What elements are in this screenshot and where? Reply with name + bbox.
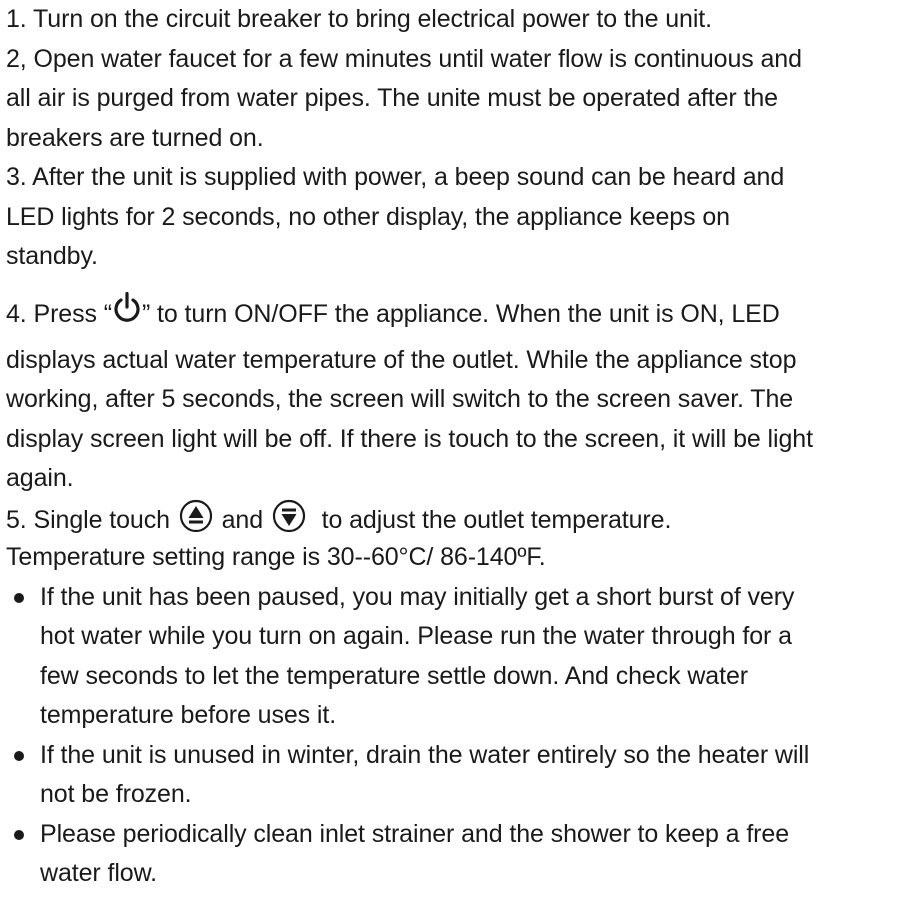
step-3-line-2: LED lights for 2 seconds, no other displ… — [6, 202, 730, 231]
step-4-suffix: ” to turn ON/OFF the appliance. When the… — [141, 299, 780, 328]
step-5-line-1: 5. Single touch and to adjust the outlet… — [6, 499, 918, 539]
power-icon — [112, 289, 142, 322]
step-4-line-5: again. — [6, 464, 74, 492]
bullet-dot-icon — [14, 829, 24, 840]
step-5-and: and — [221, 505, 264, 534]
step-2-line-1: 2, Open water faucet for a few minutes u… — [6, 44, 802, 73]
step-5-prefix: 5. Single touch — [6, 505, 170, 534]
step-3-line-1: 3. After the unit is supplied with power… — [6, 163, 785, 191]
step-1: 1. Turn on the circuit breaker to bring … — [6, 5, 712, 33]
bullet-text: not be frozen. — [40, 780, 192, 808]
bullet-text: If the unit is unused in winter, drain t… — [40, 740, 810, 769]
step-4-line-3: working, after 5 seconds, the screen wil… — [6, 385, 794, 413]
step-4-line-4: display screen light will be off. If the… — [6, 424, 813, 453]
step-3-line-3: standby. — [6, 242, 98, 270]
bullet-dot-icon — [14, 592, 24, 603]
step-5-suffix: to adjust the outlet temperature. — [321, 505, 672, 534]
bullet-item: Please periodically clean inlet strainer… — [6, 815, 918, 894]
bullet-item: If the unit has been paused, you may ini… — [6, 578, 918, 736]
down-arrow-circle-icon — [272, 499, 306, 533]
step-4-line-1: 4. Press “ ” to turn ON/OFF the appliance… — [6, 277, 918, 341]
step-2-line-3: breakers are turned on. — [6, 123, 264, 152]
bullet-item: If the unit is unused in winter, drain t… — [6, 736, 918, 815]
bullet-text: water flow. — [40, 859, 158, 887]
step-4-prefix: 4. Press “ — [6, 299, 112, 328]
bullet-text: hot water while you turn on again. Pleas… — [40, 622, 792, 650]
step-5-line-2: Temperature setting range is 30--60°C/ 8… — [6, 543, 546, 571]
step-4-line-2: displays actual water temperature of the… — [6, 345, 797, 374]
step-2-line-2: all air is purged from water pipes. The … — [6, 84, 778, 112]
instructions-document: 1. Turn on the circuit breaker to bring … — [6, 0, 918, 894]
bullet-text: Please periodically clean inlet strainer… — [40, 819, 789, 848]
bullet-dot-icon — [14, 750, 24, 761]
bullet-text: few seconds to let the temperature settl… — [40, 661, 748, 690]
up-arrow-circle-icon — [179, 499, 213, 533]
bullet-text: temperature before uses it. — [40, 701, 337, 729]
bullet-text: If the unit has been paused, you may ini… — [40, 582, 795, 611]
